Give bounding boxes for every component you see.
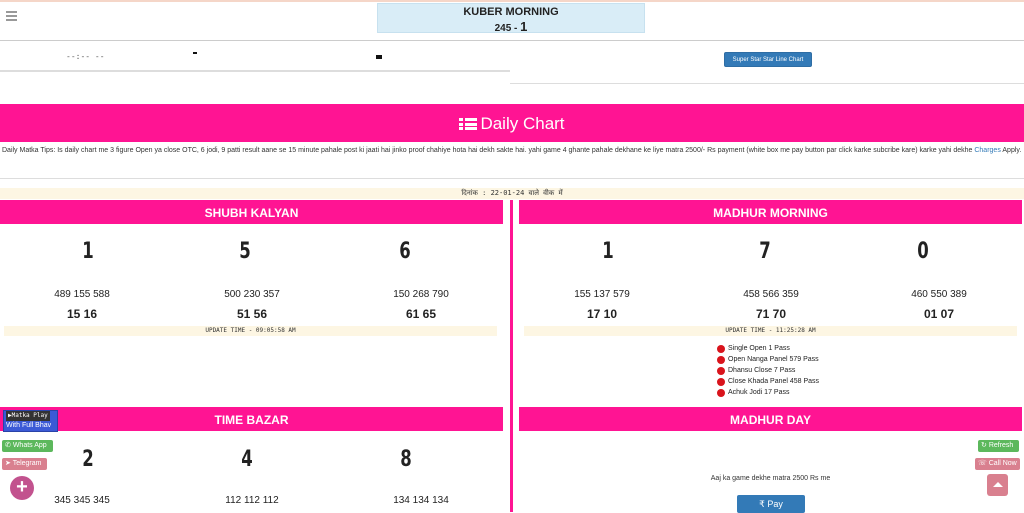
list-item: Single Open 1 Pass (717, 343, 819, 354)
list-item: Achuk Jodi 17 Pass (717, 387, 819, 398)
dash-right (376, 55, 382, 59)
madhur-morning-update-time: UPDATE TIME - 11:25:28 AM (524, 326, 1017, 336)
call-now-label: Call Now (988, 460, 1017, 467)
shubh-kalyan-jodi-2: 51 56 (236, 307, 268, 321)
date-bar: दिनांक : 22-01-24 वाले वीक में (0, 188, 1024, 199)
line-chart-button[interactable]: Super Star Star Line Chart (724, 52, 812, 67)
time-bazar-digit-3: 8 (400, 447, 412, 472)
tips-end-text: Apply. (1000, 147, 1022, 154)
matka-play-sublabel: With Full Bhav (6, 422, 52, 429)
telegram-button[interactable]: ➤ Telegram (2, 458, 47, 470)
shubh-kalyan-panel-2: 500 230 357 (224, 289, 280, 300)
shubh-kalyan-panel-1: 489 155 588 (54, 289, 110, 300)
plus-button[interactable]: + (10, 476, 34, 500)
shubh-kalyan-jodi-3: 61 65 (405, 307, 437, 321)
madhur-morning-digit-2: 7 (759, 239, 771, 264)
daily-matka-tips: Daily Matka Tips: Is daily chart me 3 fi… (2, 146, 1022, 156)
madhur-morning-panel-2: 458 566 359 (743, 289, 799, 300)
pass-text: Single Open 1 Pass (728, 345, 790, 352)
whatsapp-icon: ✆ (5, 442, 13, 449)
column-divider (510, 200, 513, 512)
red-dot-icon (717, 388, 725, 397)
refresh-label: Refresh (988, 442, 1014, 449)
kuber-morning-result-box: KUBER MORNING 245 - 1 (377, 3, 645, 34)
red-dot-icon (717, 366, 725, 375)
pass-text: Close Khada Panel 458 Pass (728, 378, 820, 385)
divider (0, 40, 1024, 41)
list-item: Close Khada Panel 458 Pass (717, 376, 819, 387)
list-item: Dhansu Close 7 Pass (717, 365, 819, 376)
tips-text: Daily Matka Tips: Is daily chart me 3 fi… (2, 147, 975, 154)
shubh-kalyan-jodi-1: 15 16 (66, 307, 98, 321)
shubh-kalyan-panel-3: 150 268 790 (393, 289, 449, 300)
time-bazar-digit-1: 2 (82, 447, 94, 472)
hamburger-menu-icon[interactable] (6, 11, 17, 21)
list-item: Open Nanga Panel 579 Pass (717, 354, 819, 365)
pass-text: Dhansu Close 7 Pass (728, 367, 796, 374)
kuber-result-panel: 245 - (494, 23, 521, 34)
pay-button[interactable]: ₹ Pay (737, 495, 805, 513)
scroll-top-button[interactable] (987, 474, 1008, 496)
matka-play-label: ▶Matka Play (6, 411, 50, 421)
kuber-result: 245 - 1 (378, 19, 644, 34)
refresh-button[interactable]: ↻ Refresh (978, 440, 1019, 452)
shubh-kalyan-digit-2: 5 (239, 239, 251, 264)
phone-icon: ☏ (978, 460, 989, 467)
red-dot-icon (717, 344, 725, 353)
shubh-kalyan-digit-3: 6 (399, 239, 411, 264)
daily-chart-title: Daily Chart (480, 114, 565, 133)
time-bazar-panel-3: 134 134 134 (393, 495, 449, 506)
whatsapp-button[interactable]: ✆ Whats App (2, 440, 53, 452)
time-bazar-digit-2: 4 (241, 447, 253, 472)
dash-left (193, 52, 197, 54)
time-bazar-panel-2: 112 112 112 (225, 495, 279, 506)
madhur-morning-digit-3: 0 (917, 239, 929, 264)
red-dot-icon (717, 355, 725, 364)
telegram-icon: ➤ (5, 460, 13, 467)
madhur-morning-panel-3: 460 550 389 (911, 289, 967, 300)
madhur-morning-jodi-2: 71 70 (755, 307, 787, 321)
daily-chart-header: Daily Chart (0, 104, 1024, 142)
whatsapp-label: Whats App (12, 442, 47, 449)
kuber-title: KUBER MORNING (463, 6, 559, 18)
call-now-button[interactable]: ☏ Call Now (975, 458, 1020, 470)
madhur-day-message: Aaj ka game dekhe matra 2500 Rs me (710, 475, 831, 482)
kuber-result-digit: 1 (520, 19, 528, 34)
madhur-morning-jodi-1: 17 10 (586, 307, 618, 321)
divider (0, 70, 510, 72)
telegram-label: Telegram (12, 460, 42, 467)
time-bazar-panel-1: 345 345 345 (54, 495, 110, 506)
time-bazar-header: TIME BAZAR (0, 407, 503, 431)
time-display: --:-- -- (66, 52, 105, 61)
matka-play-button[interactable]: ▶Matka Play With Full Bhav (3, 410, 58, 432)
pass-list: Single Open 1 Pass Open Nanga Panel 579 … (717, 343, 819, 398)
madhur-morning-header: MADHUR MORNING (519, 200, 1022, 224)
madhur-morning-panel-1: 155 137 579 (574, 289, 630, 300)
divider (0, 178, 1024, 179)
divider (510, 83, 1024, 84)
charges-link[interactable]: Charges (974, 147, 1000, 154)
red-dot-icon (717, 377, 725, 386)
shubh-kalyan-update-time: UPDATE TIME - 09:05:58 AM (4, 326, 497, 336)
list-icon (459, 118, 478, 130)
pass-text: Achuk Jodi 17 Pass (728, 389, 790, 396)
shubh-kalyan-digit-1: 1 (82, 239, 94, 264)
pass-text: Open Nanga Panel 579 Pass (728, 356, 819, 363)
madhur-morning-jodi-3: 01 07 (923, 307, 955, 321)
madhur-day-header: MADHUR DAY (519, 407, 1022, 431)
madhur-morning-digit-1: 1 (602, 239, 614, 264)
refresh-icon: ↻ (981, 442, 989, 449)
top-border (0, 0, 1024, 2)
shubh-kalyan-header: SHUBH KALYAN (0, 200, 503, 224)
